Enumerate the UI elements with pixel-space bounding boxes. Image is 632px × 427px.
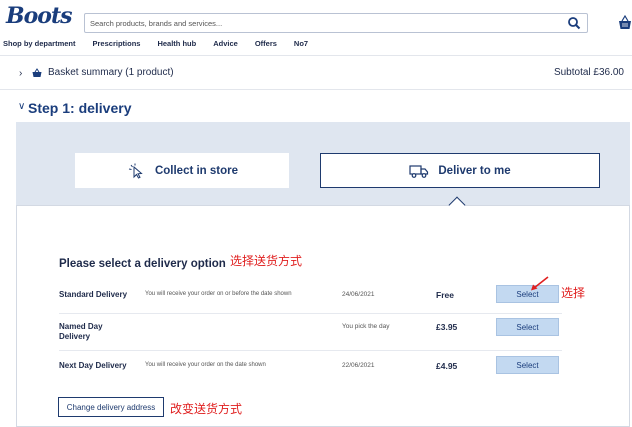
nav-health-hub[interactable]: Health hub (157, 39, 196, 51)
step-title: Step 1: delivery (28, 100, 132, 116)
cursor-click-icon (128, 163, 143, 179)
annotation-select: 选择 (561, 286, 586, 300)
change-delivery-address-button[interactable]: Change delivery address (58, 397, 164, 417)
tab-collect-in-store[interactable]: Collect in store (75, 153, 289, 188)
nav-shop-by-department[interactable]: Shop by department (3, 39, 76, 51)
option-date: 24/06/2021 (342, 291, 375, 298)
basket-subtotal: Subtotal £36.00 (553, 67, 624, 78)
option-date: You pick the day (342, 323, 390, 330)
nav-prescriptions[interactable]: Prescriptions (93, 39, 141, 51)
tab-deliver-label: Deliver to me (438, 164, 511, 177)
top-nav: Shop by department Prescriptions Health … (0, 39, 322, 51)
option-price: £3.95 (436, 322, 458, 332)
chevron-right-icon: › (19, 68, 23, 79)
basket-small-icon (32, 68, 42, 77)
delivery-option-row: Next Day Delivery You will receive your … (59, 351, 562, 389)
option-price: £4.95 (436, 361, 458, 371)
annotation-change-delivery-method: 改变送货方式 (170, 402, 243, 416)
option-price: Free (436, 290, 454, 300)
nav-no7[interactable]: No7 (294, 39, 308, 51)
annotation-arrow-icon (531, 276, 549, 291)
basket-summary-bar[interactable]: › Basket summary (1 product) Subtotal £3… (0, 57, 632, 90)
tab-deliver-to-me[interactable]: Deliver to me (320, 153, 600, 188)
option-description: You will receive your order on the date … (145, 362, 266, 368)
search-input[interactable] (90, 16, 560, 30)
annotation-select-delivery-method: 选择送货方式 (230, 254, 303, 268)
delivery-truck-icon (409, 164, 429, 178)
nav-advice[interactable]: Advice (213, 39, 238, 51)
boots-logo[interactable]: Boots (6, 3, 72, 29)
tab-collect-label: Collect in store (154, 164, 239, 177)
search-icon[interactable] (567, 16, 581, 30)
option-name: Named Day Delivery (59, 322, 103, 341)
option-date: 22/06/2021 (342, 362, 375, 369)
select-next-day-delivery-button[interactable]: Select (496, 356, 559, 374)
nav-offers[interactable]: Offers (255, 39, 277, 51)
option-name: Next Day Delivery (59, 361, 127, 370)
option-description: You will receive your order on or before… (145, 291, 292, 297)
site-header: Boots Shop by department Prescriptions H… (0, 0, 632, 56)
delivery-option-row: Named Day Delivery You pick the day £3.9… (59, 313, 562, 351)
select-named-day-delivery-button[interactable]: Select (496, 318, 559, 336)
delivery-options-title: Please select a delivery option (59, 258, 226, 270)
option-name: Standard Delivery (59, 290, 128, 299)
search-bar (84, 13, 588, 33)
basket-icon[interactable] (618, 14, 632, 32)
delivery-option-row: Standard Delivery You will receive your … (59, 276, 562, 314)
basket-summary-label: Basket summary (1 product) (48, 67, 174, 78)
